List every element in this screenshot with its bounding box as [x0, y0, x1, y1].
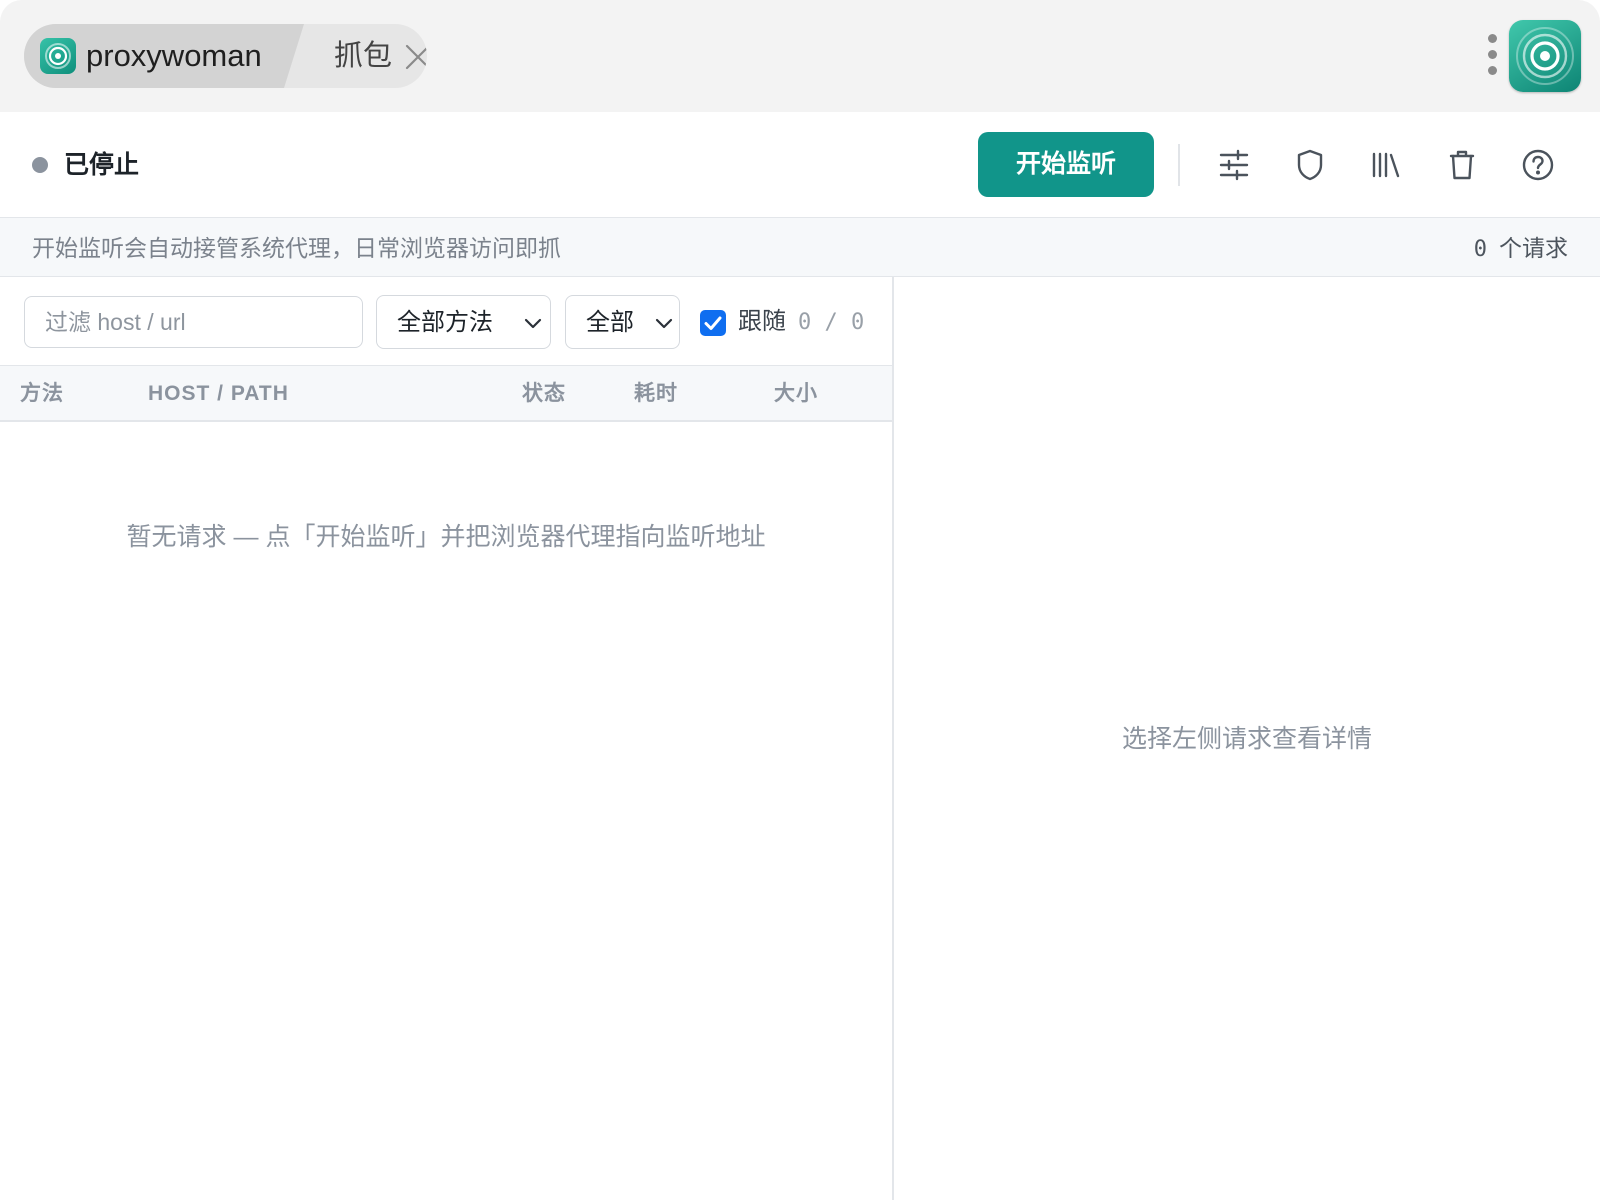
tab-proxywoman[interactable]: proxywoman — [24, 24, 304, 88]
filter-host-input[interactable] — [24, 296, 363, 348]
info-bar: 开始监听会自动接管系统代理，日常浏览器访问即抓 0 个请求 — [0, 218, 1600, 277]
tab-capture-label: 抓包 — [334, 40, 393, 72]
app-logo-icon[interactable] — [1509, 20, 1581, 92]
app-window: proxywoman 抓包 已停止 开始监听 开始监听会自动接管系统代理，日常浏… — [0, 0, 1600, 1200]
request-count-suffix: 个请求 — [1499, 235, 1568, 261]
tab-proxywoman-label: proxywoman — [86, 38, 262, 73]
follow-count: 0 / 0 — [798, 310, 865, 335]
type-select-value: 全部 — [586, 309, 634, 336]
sliders-icon[interactable] — [1215, 146, 1253, 184]
close-icon[interactable] — [404, 43, 427, 71]
title-bar: proxywoman 抓包 — [0, 0, 1600, 112]
trash-icon[interactable] — [1443, 146, 1481, 184]
empty-list-message: 暂无请求 — 点「开始监听」并把浏览器代理指向监听地址 — [126, 523, 766, 551]
proxywoman-logo-icon — [40, 38, 76, 74]
detail-empty-message: 选择左侧请求查看详情 — [1121, 725, 1372, 753]
tab-strip: proxywoman 抓包 — [24, 24, 427, 88]
more-menu-icon[interactable] — [1482, 30, 1502, 80]
library-icon[interactable] — [1367, 146, 1405, 184]
request-count: 0 个请求 — [1474, 233, 1568, 265]
column-status[interactable]: 状态 — [522, 380, 566, 408]
method-select-value: 全部方法 — [397, 309, 493, 336]
shield-icon[interactable] — [1291, 146, 1329, 184]
toolbar-divider — [1178, 144, 1180, 186]
status-indicator — [32, 157, 48, 173]
proxy-hint-text: 开始监听会自动接管系统代理，日常浏览器访问即抓 — [32, 235, 561, 261]
tab-capture[interactable]: 抓包 — [310, 24, 427, 88]
chevron-down-icon — [654, 313, 674, 333]
column-method[interactable]: 方法 — [20, 380, 64, 408]
status-text: 已停止 — [64, 151, 140, 179]
follow-checkbox[interactable] — [700, 310, 726, 336]
request-detail-pane: 选择左侧请求查看详情 — [894, 277, 1600, 1200]
filter-row: 全部方法 全部 跟随 — [0, 277, 892, 366]
toolbar: 已停止 开始监听 — [0, 112, 1600, 218]
column-host-path[interactable]: HOST / PATH — [148, 380, 289, 408]
request-list-pane: 全部方法 全部 跟随 — [0, 277, 894, 1200]
start-listening-button[interactable]: 开始监听 — [978, 132, 1154, 197]
help-icon[interactable] — [1519, 146, 1557, 184]
request-count-number: 0 — [1473, 237, 1487, 262]
chevron-down-icon — [523, 313, 543, 333]
column-duration[interactable]: 耗时 — [634, 380, 678, 408]
column-size[interactable]: 大小 — [774, 380, 818, 408]
method-select[interactable]: 全部方法 — [376, 295, 551, 349]
type-select[interactable]: 全部 — [565, 295, 680, 349]
table-header: 方法 HOST / PATH 状态 耗时 大小 — [0, 366, 892, 422]
follow-label[interactable]: 跟随 — [738, 305, 786, 339]
